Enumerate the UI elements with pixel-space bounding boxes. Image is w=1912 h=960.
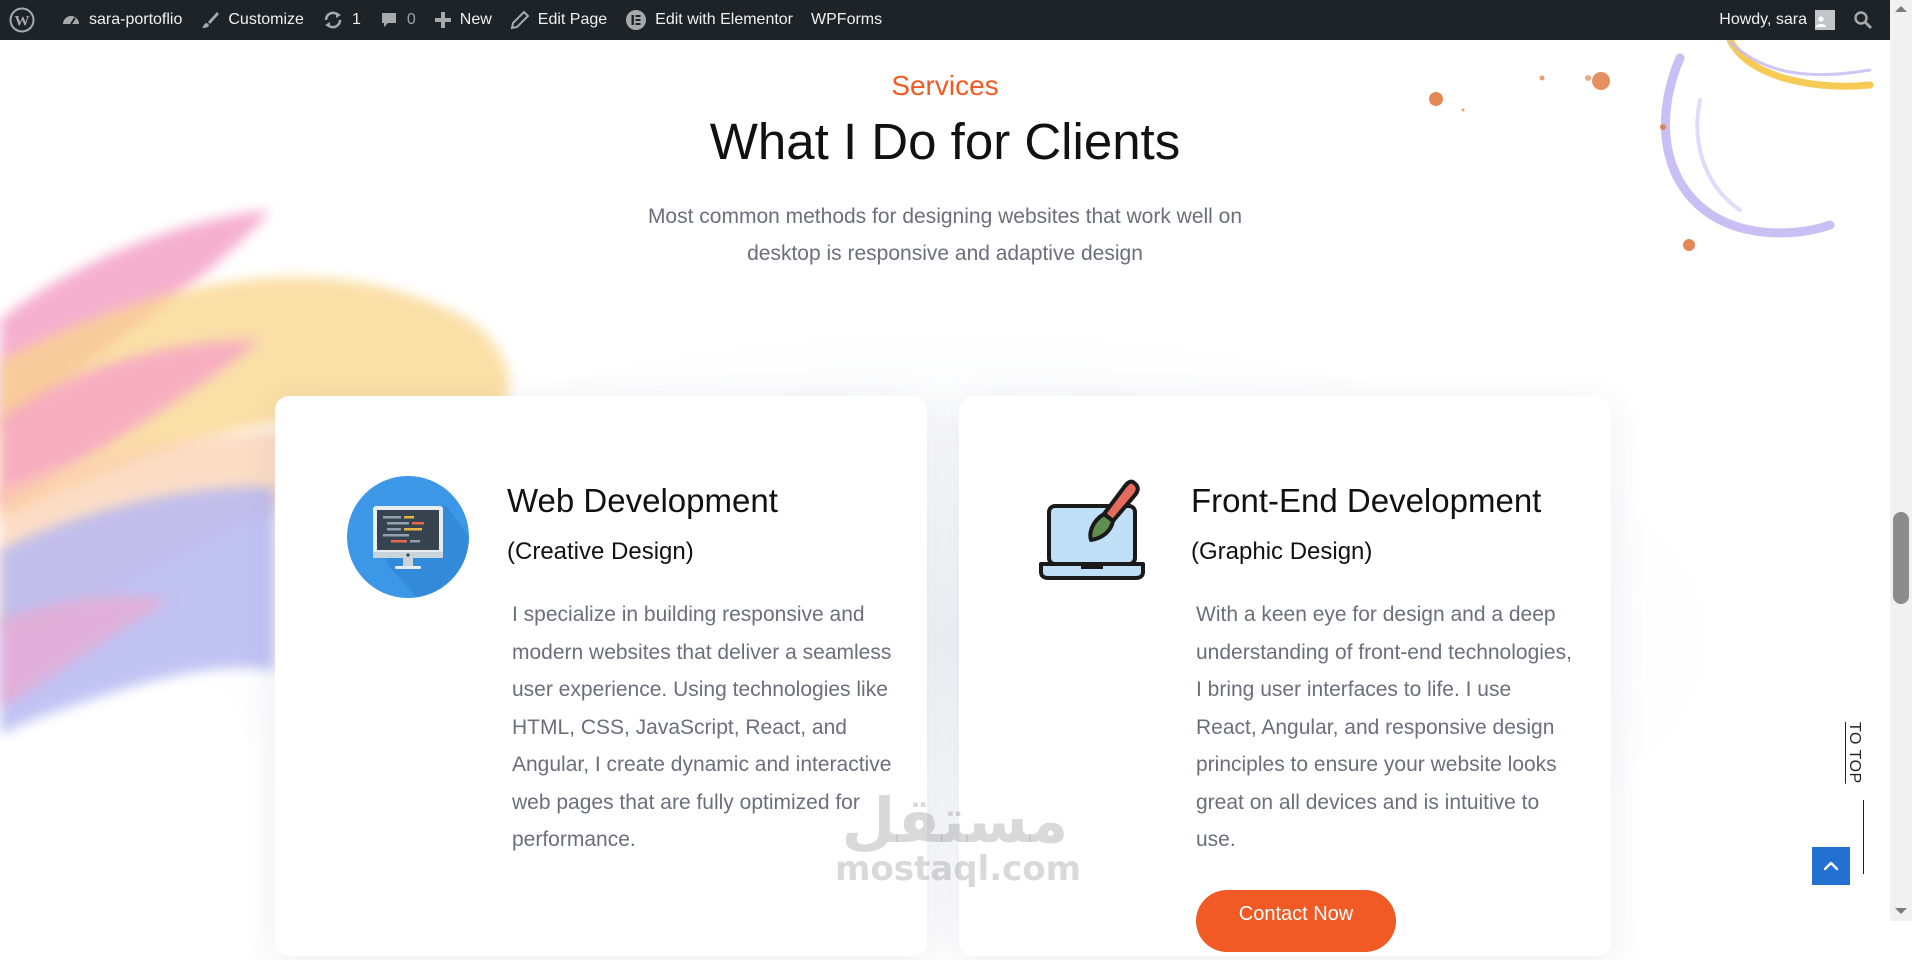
- scroll-up-arrow[interactable]: [1895, 6, 1907, 12]
- updates-icon: [324, 11, 342, 29]
- howdy-label: Howdy, sara: [1719, 11, 1807, 28]
- wpforms-link[interactable]: WPForms: [802, 0, 891, 40]
- page-scrollbar[interactable]: [1890, 0, 1912, 921]
- section-description: Most common methods for designing websit…: [647, 205, 1243, 265]
- elementor-icon: [626, 10, 647, 30]
- card-title: Front-End Development: [1191, 482, 1542, 519]
- scroll-to-top-button[interactable]: [1812, 847, 1850, 885]
- section-title: What I Do for Clients: [709, 113, 1181, 170]
- svg-text:W: W: [15, 14, 30, 30]
- section-label: Services: [891, 70, 999, 101]
- comments-count: 0: [406, 11, 416, 28]
- site-name-label: sara-portoflio: [89, 11, 183, 28]
- edit-page-link[interactable]: Edit Page: [501, 0, 616, 40]
- avatar: [1815, 10, 1835, 30]
- watermark-arabic: مستقل: [841, 784, 1069, 857]
- customize-label: Customize: [228, 11, 304, 28]
- admin-bar: W sara-portoflio Customize 1 0 New Edit …: [0, 0, 1890, 40]
- edit-with-elementor-link[interactable]: Edit with Elementor: [616, 0, 802, 40]
- search-icon: [1854, 11, 1872, 29]
- edit-elementor-label: Edit with Elementor: [655, 11, 794, 28]
- desktop-code-icon: [347, 476, 469, 598]
- chevron-up-icon: [1823, 861, 1839, 871]
- wordpress-logo-button[interactable]: W: [0, 0, 52, 40]
- wordpress-icon: W: [9, 7, 35, 33]
- updates-count: 1: [351, 11, 361, 28]
- customize-link[interactable]: Customize: [191, 0, 313, 40]
- contact-now-button[interactable]: Contact Now: [1196, 890, 1396, 952]
- scroll-down-arrow[interactable]: [1895, 908, 1907, 914]
- account-menu[interactable]: Howdy, sara: [1710, 0, 1844, 40]
- search-button[interactable]: [1844, 0, 1890, 40]
- dashboard-icon: [63, 16, 79, 25]
- scrollbar-thumb[interactable]: [1893, 512, 1909, 604]
- to-top-link[interactable]: TO TOP: [1845, 722, 1863, 784]
- card-description: With a keen eye for design and a deep un…: [1196, 603, 1572, 851]
- laptop-paintbrush-icon: [1039, 479, 1145, 580]
- user-avatar-icon: [1815, 16, 1827, 27]
- updates-link[interactable]: 1: [313, 0, 370, 40]
- service-card-web-development: Web Development (Creative Design) I spec…: [275, 396, 927, 956]
- plus-icon: [434, 12, 451, 28]
- watermark-latin: mostaql.com: [835, 849, 1082, 889]
- mostaql-watermark: مستقل mostaql.com: [835, 784, 1082, 889]
- card-subtitle: (Creative Design): [507, 538, 694, 565]
- comment-icon: [381, 13, 396, 27]
- new-label: New: [459, 11, 492, 28]
- paintbrush-icon: [202, 12, 220, 28]
- card-subtitle: (Graphic Design): [1191, 538, 1373, 565]
- card-title: Web Development: [507, 482, 778, 519]
- to-top-divider: [1863, 800, 1864, 874]
- pencil-icon: [510, 10, 530, 30]
- wpforms-label: WPForms: [811, 11, 883, 28]
- site-name-link[interactable]: sara-portoflio: [52, 0, 191, 40]
- comments-link[interactable]: 0: [370, 0, 425, 40]
- edit-page-label: Edit Page: [537, 11, 608, 28]
- new-content-link[interactable]: New: [425, 0, 501, 40]
